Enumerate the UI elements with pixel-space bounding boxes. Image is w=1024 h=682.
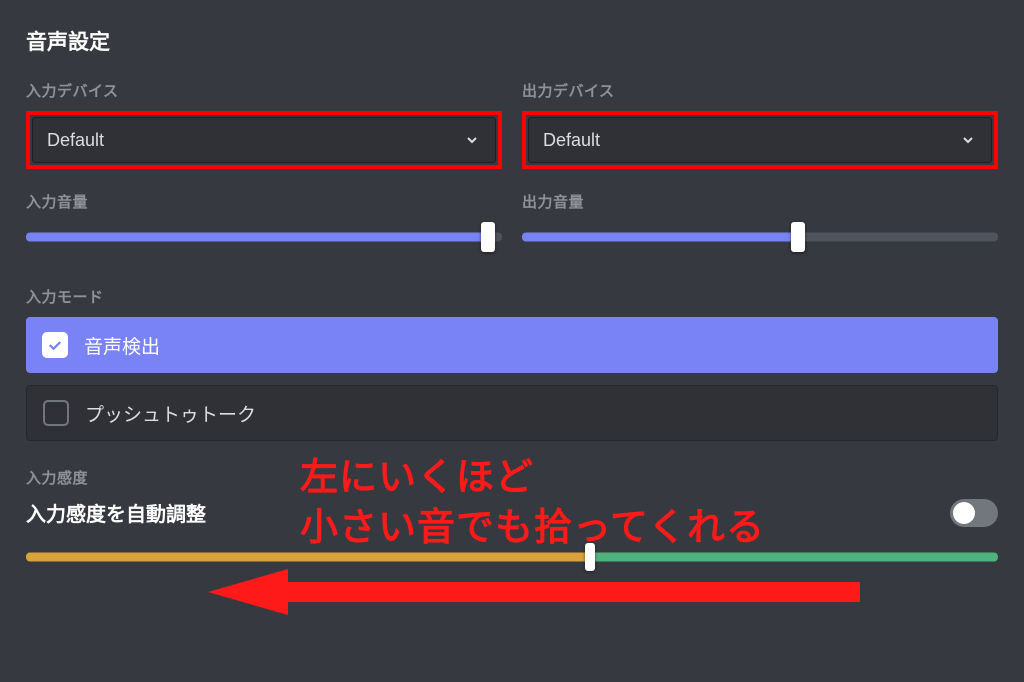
sensitivity-low-zone <box>26 553 590 562</box>
input-device-select[interactable]: Default <box>32 117 496 163</box>
sensitivity-high-zone <box>590 553 998 562</box>
checkbox-unchecked-icon <box>43 400 69 426</box>
toggle-knob <box>953 502 975 524</box>
slider-fill <box>522 233 798 242</box>
output-device-value: Default <box>543 130 600 151</box>
checkbox-checked-icon <box>42 332 68 358</box>
chevron-down-icon <box>959 131 977 149</box>
input-volume-slider[interactable] <box>26 222 502 252</box>
input-mode-voice-activity[interactable]: 音声検出 <box>26 317 998 373</box>
output-device-label: 出力デバイス <box>522 80 998 101</box>
sensitivity-track <box>26 553 998 562</box>
slider-fill <box>26 233 488 242</box>
voice-activity-label: 音声検出 <box>84 332 160 359</box>
input-mode-label: 入力モード <box>26 286 998 307</box>
annotation-arrow-icon <box>208 569 860 615</box>
output-volume-label: 出力音量 <box>522 191 998 212</box>
input-volume-label: 入力音量 <box>26 191 502 212</box>
slider-thumb[interactable] <box>791 222 805 252</box>
chevron-down-icon <box>463 131 481 149</box>
push-to-talk-label: プッシュトゥトーク <box>85 400 256 427</box>
page-title: 音声設定 <box>26 26 998 56</box>
sensitivity-slider[interactable] <box>26 545 998 569</box>
sensitivity-thumb[interactable] <box>585 543 595 571</box>
input-device-highlight: Default <box>26 111 502 169</box>
auto-sensitivity-toggle[interactable] <box>950 499 998 527</box>
auto-sensitivity-label: 入力感度を自動調整 <box>26 498 206 527</box>
input-device-label: 入力デバイス <box>26 80 502 101</box>
output-volume-slider[interactable] <box>522 222 998 252</box>
input-device-value: Default <box>47 130 104 151</box>
output-device-highlight: Default <box>522 111 998 169</box>
input-mode-push-to-talk[interactable]: プッシュトゥトーク <box>26 385 998 441</box>
output-device-select[interactable]: Default <box>528 117 992 163</box>
slider-thumb[interactable] <box>481 222 495 252</box>
sensitivity-label: 入力感度 <box>26 467 998 488</box>
